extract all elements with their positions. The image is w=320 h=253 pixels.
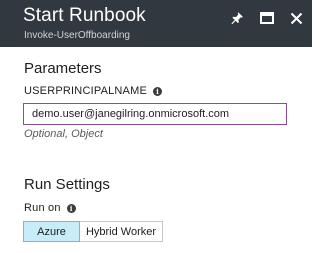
close-icon[interactable] [287,9,305,27]
run-on-azure-option[interactable]: Azure [23,221,80,242]
userprincipalname-hint: Optional, Object [24,128,103,140]
userprincipalname-label: USERPRINCIPALNAME i [24,85,162,97]
maximize-icon[interactable] [258,9,276,27]
blade-header: Start Runbook Invoke-UserOffboarding [0,0,312,47]
blade-title: Start Runbook [23,5,146,26]
userprincipalname-input[interactable] [23,103,287,125]
run-settings-heading: Run Settings [24,176,110,193]
info-icon[interactable]: i [66,203,76,213]
run-on-label: Run on i [24,202,76,214]
blade-subtitle: Invoke-UserOffboarding [24,30,130,41]
parameters-heading: Parameters [24,60,102,77]
run-on-hybrid-worker-option[interactable]: Hybrid Worker [80,221,163,242]
pin-icon[interactable] [228,9,246,27]
run-on-label-text: Run on [24,202,61,214]
info-icon[interactable]: i [153,86,162,96]
userprincipalname-label-text: USERPRINCIPALNAME [24,85,147,97]
